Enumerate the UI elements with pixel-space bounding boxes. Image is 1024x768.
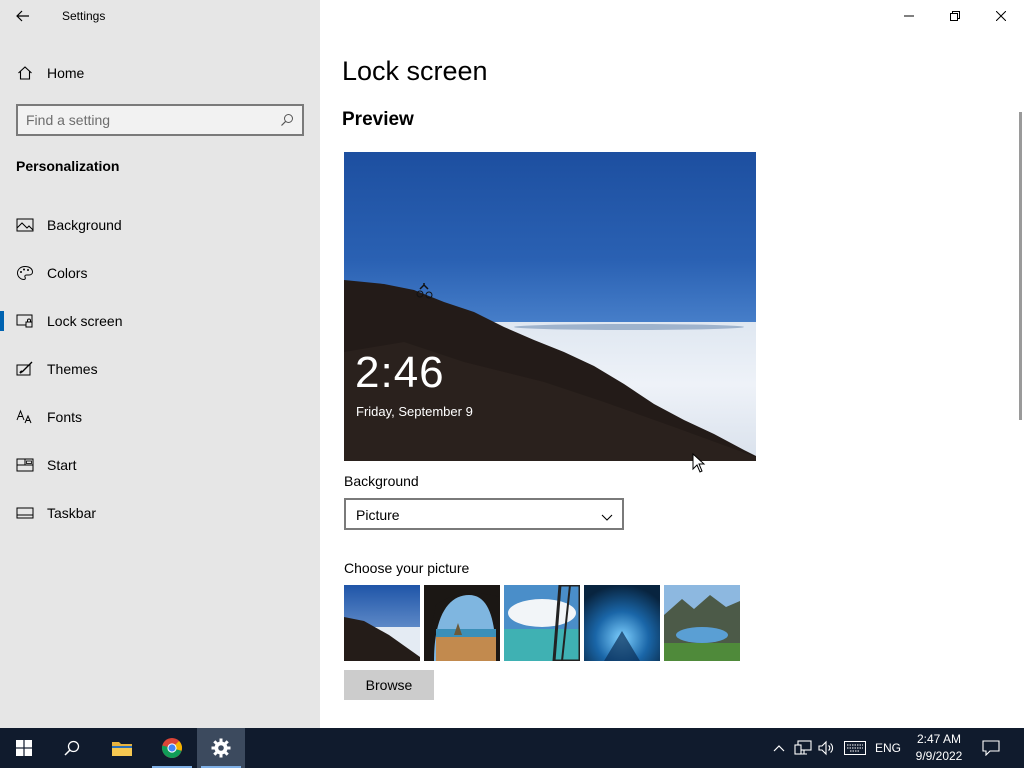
search-icon — [64, 740, 80, 756]
file-explorer-button[interactable] — [98, 728, 146, 768]
sidebar-item-label: Home — [47, 65, 85, 81]
sidebar-item-start[interactable]: Start — [0, 445, 320, 485]
sidebar-item-themes[interactable]: Themes — [0, 349, 320, 389]
windows-logo-icon — [16, 740, 32, 756]
back-button[interactable] — [10, 4, 36, 28]
input-language-button[interactable]: ENG — [872, 728, 904, 768]
window-controls — [886, 0, 1024, 32]
minimize-button[interactable] — [886, 0, 932, 32]
speaker-icon — [818, 740, 833, 756]
lock-screen-preview: 2:46 Friday, September 9 — [344, 152, 756, 461]
search-input[interactable] — [26, 111, 276, 129]
preview-time: 2:46 — [355, 348, 445, 397]
background-dropdown[interactable]: Picture — [344, 498, 624, 530]
sidebar-item-background[interactable]: Background — [0, 205, 320, 245]
preview-date: Friday, September 9 — [356, 404, 473, 419]
notification-icon — [982, 740, 1000, 756]
sidebar-item-label: Start — [47, 457, 77, 473]
sidebar-item-label: Background — [47, 217, 122, 233]
scrollbar[interactable] — [1019, 112, 1022, 420]
palette-icon — [16, 265, 34, 281]
sidebar-item-lock-screen[interactable]: Lock screen — [0, 301, 320, 341]
sidebar-item-taskbar[interactable]: Taskbar — [0, 493, 320, 533]
mouse-cursor-icon — [692, 453, 706, 473]
browse-button[interactable]: Browse — [344, 670, 434, 700]
lock-screen-icon — [16, 313, 34, 329]
sidebar-item-colors[interactable]: Colors — [0, 253, 320, 293]
background-label: Background — [344, 473, 419, 489]
background-dropdown-value: Picture — [356, 507, 400, 523]
fonts-icon — [16, 409, 34, 425]
minimize-icon — [904, 15, 914, 17]
selection-indicator — [0, 311, 4, 331]
taskbar-time: 2:47 AM — [916, 732, 962, 746]
picture-thumbnail-5[interactable] — [664, 585, 740, 661]
picture-icon — [16, 217, 34, 233]
title-bar: Settings — [0, 0, 320, 32]
network-tray-button[interactable] — [792, 728, 814, 768]
sidebar-item-label: Lock screen — [47, 313, 123, 329]
sidebar-item-label: Colors — [47, 265, 88, 281]
choose-picture-label: Choose your picture — [344, 560, 470, 576]
sidebar-item-label: Taskbar — [47, 505, 97, 521]
picture-thumbnail-4[interactable] — [584, 585, 660, 661]
taskbar: ENG 2:47 AM 9/9/2022 — [0, 728, 1024, 768]
chevron-down-icon — [601, 509, 613, 527]
chrome-icon — [161, 738, 182, 758]
picture-thumbnail-3[interactable] — [504, 585, 580, 661]
taskbar-date: 9/9/2022 — [915, 749, 963, 763]
search-icon[interactable] — [280, 113, 294, 132]
start-button[interactable] — [0, 728, 48, 768]
close-button[interactable] — [978, 0, 1024, 32]
restore-button[interactable] — [932, 0, 978, 32]
volume-tray-button[interactable] — [816, 728, 838, 768]
app-title: Settings — [62, 9, 106, 23]
sidebar-item-label: Themes — [47, 361, 98, 377]
chevron-up-icon — [773, 745, 785, 752]
folder-icon — [112, 742, 132, 756]
gear-icon — [211, 738, 231, 758]
touch-keyboard-button[interactable] — [842, 728, 868, 768]
home-icon — [17, 65, 33, 86]
start-icon — [16, 457, 34, 473]
sidebar: Settings Home Personalization Background… — [0, 0, 320, 728]
taskbar-clock[interactable]: 2:47 AM 9/9/2022 — [906, 731, 972, 765]
restore-icon — [950, 11, 960, 21]
network-icon — [794, 740, 812, 755]
sidebar-item-fonts[interactable]: Fonts — [0, 397, 320, 437]
picture-thumbnail-1[interactable] — [344, 585, 420, 661]
themes-icon — [16, 361, 34, 377]
chrome-button[interactable] — [148, 728, 196, 768]
sidebar-item-label: Fonts — [47, 409, 83, 425]
show-hidden-icons-button[interactable] — [770, 728, 788, 768]
settings-taskbar-button[interactable] — [197, 728, 245, 768]
preview-heading: Preview — [342, 109, 414, 130]
page-title: Lock screen — [342, 56, 488, 86]
sidebar-item-home[interactable]: Home — [0, 58, 320, 88]
search-box[interactable] — [16, 104, 304, 136]
language-indicator: ENG — [874, 741, 901, 755]
close-icon — [996, 11, 1006, 21]
action-center-button[interactable] — [978, 728, 1004, 768]
search-taskbar-button[interactable] — [48, 728, 96, 768]
picture-thumbnail-2[interactable] — [424, 585, 500, 661]
back-arrow-icon — [16, 10, 29, 22]
keyboard-icon — [844, 741, 866, 755]
section-title: Personalization — [16, 158, 120, 174]
taskbar-icon — [16, 505, 34, 521]
